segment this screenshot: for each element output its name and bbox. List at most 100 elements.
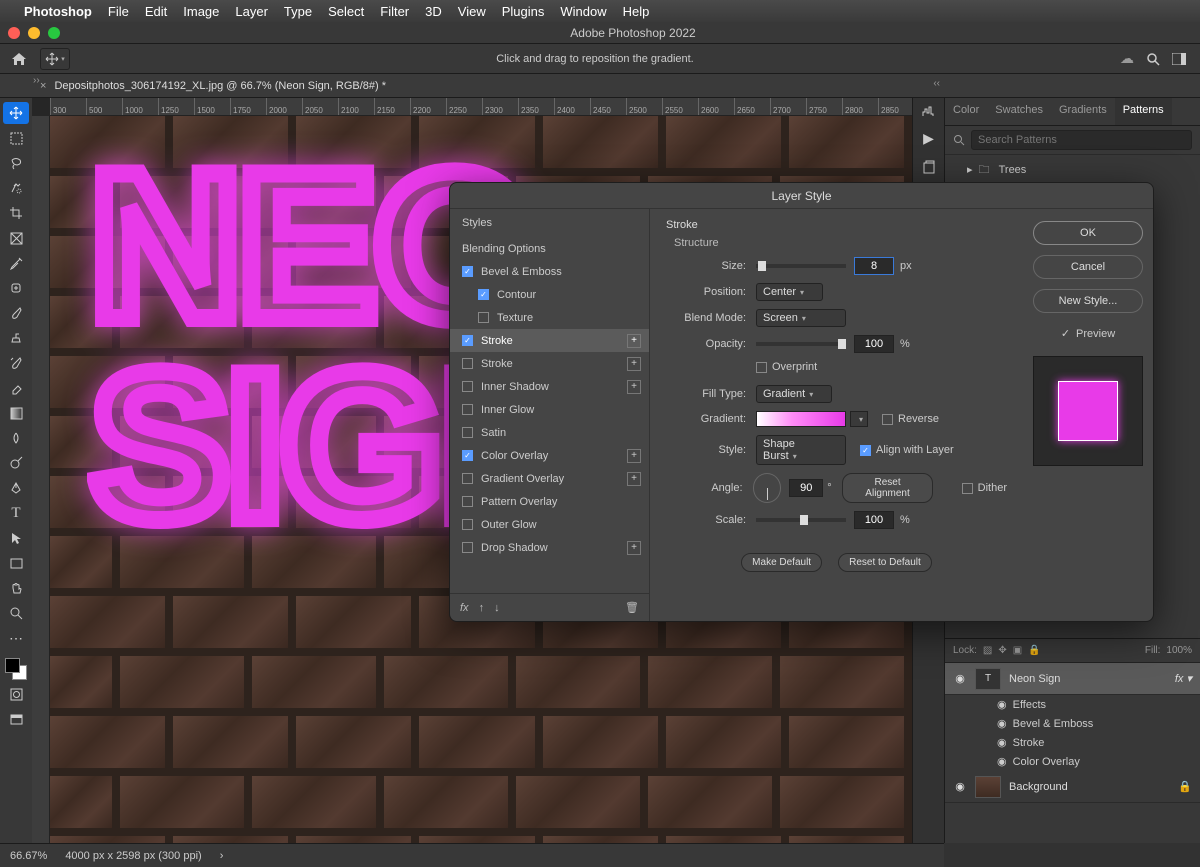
gradient-tool[interactable] [3, 402, 29, 424]
tab-gradients[interactable]: Gradients [1051, 98, 1115, 125]
close-window-icon[interactable] [8, 27, 20, 39]
style-row-outer-glow[interactable]: Outer Glow [450, 513, 649, 536]
position-select[interactable]: Center [756, 283, 823, 301]
style-checkbox[interactable] [478, 312, 489, 323]
crop-tool[interactable] [3, 202, 29, 224]
menu-type[interactable]: Type [284, 4, 312, 19]
menu-help[interactable]: Help [623, 4, 650, 19]
style-checkbox[interactable]: ✓ [478, 289, 489, 300]
lasso-tool[interactable] [3, 152, 29, 174]
reset-default-button[interactable]: Reset to Default [838, 553, 932, 572]
style-checkbox[interactable] [462, 358, 473, 369]
tab-patterns[interactable]: Patterns [1115, 98, 1172, 125]
menu-image[interactable]: Image [183, 4, 219, 19]
brush-tool[interactable] [3, 302, 29, 324]
overprint-checkbox[interactable] [756, 362, 767, 373]
style-row-inner-shadow[interactable]: Inner Shadow+ [450, 375, 649, 398]
blend-mode-select[interactable]: Screen [756, 309, 846, 327]
frame-tool[interactable] [3, 227, 29, 249]
cancel-button[interactable]: Cancel [1033, 255, 1143, 279]
cloud-account-icon[interactable]: ☁ [1120, 50, 1134, 67]
size-input[interactable] [854, 257, 894, 275]
close-tab-icon[interactable]: × [40, 80, 46, 92]
angle-input[interactable] [789, 479, 823, 497]
minimize-window-icon[interactable] [28, 27, 40, 39]
style-row-bevel-emboss[interactable]: ✓Bevel & Emboss [450, 260, 649, 283]
style-row-inner-glow[interactable]: Inner Glow [450, 398, 649, 421]
horizontal-ruler[interactable]: 3005001000125015001750200020502100215022… [50, 98, 912, 116]
add-effect-icon[interactable]: + [627, 357, 641, 371]
styles-header[interactable]: Styles [450, 209, 649, 237]
style-row-gradient-overlay[interactable]: Gradient Overlay+ [450, 467, 649, 490]
style-row-drop-shadow[interactable]: Drop Shadow+ [450, 536, 649, 559]
opacity-input[interactable] [854, 335, 894, 353]
zoom-window-icon[interactable] [48, 27, 60, 39]
visibility-toggle-icon[interactable]: ◉ [953, 780, 967, 793]
move-tool-preset[interactable]: ▾ [40, 48, 70, 70]
menu-select[interactable]: Select [328, 4, 364, 19]
scale-input[interactable] [854, 511, 894, 529]
visibility-toggle-icon[interactable]: ◉ [953, 672, 967, 685]
vertical-ruler[interactable] [32, 116, 50, 843]
quick-mask-icon[interactable] [3, 683, 29, 705]
eyedropper-tool[interactable] [3, 252, 29, 274]
workspace-switcher-icon[interactable] [1172, 53, 1186, 65]
new-style-button[interactable]: New Style... [1033, 289, 1143, 313]
reset-alignment-button[interactable]: Reset Alignment [842, 473, 934, 503]
scale-slider[interactable] [756, 518, 846, 522]
search-patterns-input[interactable] [971, 130, 1192, 150]
quick-selection-tool[interactable] [3, 177, 29, 199]
dither-checkbox[interactable] [962, 483, 973, 494]
gradient-dropdown-icon[interactable] [850, 411, 868, 427]
make-default-button[interactable]: Make Default [741, 553, 822, 572]
menu-plugins[interactable]: Plugins [502, 4, 545, 19]
menu-view[interactable]: View [458, 4, 486, 19]
style-checkbox[interactable]: ✓ [462, 450, 473, 461]
app-menu[interactable]: Photoshop [24, 4, 92, 19]
ok-button[interactable]: OK [1033, 221, 1143, 245]
lock-position-icon[interactable]: ✥ [998, 645, 1006, 656]
effect-bevel[interactable]: ◉Bevel & Emboss [945, 714, 1200, 733]
menu-file[interactable]: File [108, 4, 129, 19]
angle-dial[interactable] [753, 473, 782, 503]
fx-icon[interactable]: fx ▾ [1175, 672, 1192, 685]
trash-icon[interactable]: 🗑 [625, 601, 639, 614]
style-checkbox[interactable] [462, 427, 473, 438]
collapse-toolbar-icon[interactable]: ›› [33, 75, 40, 86]
clone-stamp-tool[interactable] [3, 327, 29, 349]
history-brush-tool[interactable] [3, 352, 29, 374]
fill-value[interactable]: 100% [1166, 645, 1192, 656]
add-effect-icon[interactable]: + [627, 380, 641, 394]
lock-artboard-icon[interactable]: ▣ [1013, 645, 1022, 656]
blending-options-row[interactable]: Blending Options [450, 237, 649, 260]
effect-color-overlay[interactable]: ◉Color Overlay [945, 752, 1200, 771]
add-effect-icon[interactable]: + [627, 472, 641, 486]
style-checkbox[interactable]: ✓ [462, 335, 473, 346]
style-checkbox[interactable] [462, 542, 473, 553]
align-checkbox[interactable]: ✓ [860, 445, 871, 456]
zoom-tool[interactable] [3, 602, 29, 624]
tab-color[interactable]: Color [945, 98, 987, 125]
actions-panel-icon[interactable]: ▶ [923, 130, 934, 147]
eraser-tool[interactable] [3, 377, 29, 399]
style-checkbox[interactable] [462, 519, 473, 530]
add-effect-icon[interactable]: + [627, 541, 641, 555]
libraries-panel-icon[interactable] [922, 159, 936, 175]
rectangle-tool[interactable] [3, 552, 29, 574]
menu-layer[interactable]: Layer [235, 4, 268, 19]
histogram-panel-icon[interactable] [921, 104, 937, 118]
tab-swatches[interactable]: Swatches [987, 98, 1051, 125]
preview-checkbox[interactable]: ✓ [1061, 327, 1070, 340]
pen-tool[interactable] [3, 477, 29, 499]
color-swatches[interactable] [5, 658, 27, 680]
menu-3d[interactable]: 3D [425, 4, 442, 19]
move-down-icon[interactable]: ↓ [494, 602, 500, 614]
style-checkbox[interactable] [462, 381, 473, 392]
opacity-slider[interactable] [756, 342, 846, 346]
blur-tool[interactable] [3, 427, 29, 449]
menu-filter[interactable]: Filter [380, 4, 409, 19]
style-row-satin[interactable]: Satin [450, 421, 649, 444]
style-row-contour[interactable]: ✓Contour [450, 283, 649, 306]
menu-edit[interactable]: Edit [145, 4, 167, 19]
fx-menu-icon[interactable]: fx [460, 602, 469, 614]
